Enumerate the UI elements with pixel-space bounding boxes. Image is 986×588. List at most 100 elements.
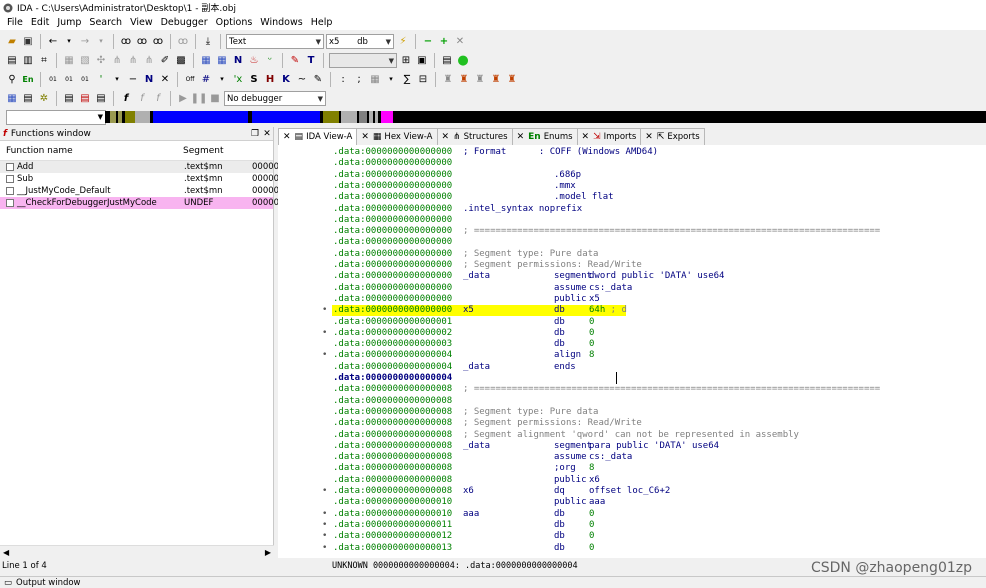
disasm-line[interactable]: .data:0000000000000000 public x5 <box>278 294 986 305</box>
close-tab-icon[interactable]: ✕ <box>645 132 653 142</box>
notepad-icon[interactable]: ▤ <box>440 54 454 68</box>
graph-icon[interactable]: ⌗ <box>37 54 51 68</box>
comment-icon[interactable]: ✎ <box>311 73 325 87</box>
status-green-icon[interactable]: ● <box>456 54 470 68</box>
hierarchy-4-icon[interactable]: ♜ <box>489 73 503 87</box>
struct-view-icon[interactable]: ▦ <box>62 54 76 68</box>
disasm-line[interactable]: • .data:0000000000000000 x5 db 64h ; d <box>278 305 986 317</box>
hierarchy-1-icon[interactable]: ♜ <box>441 73 455 87</box>
code-icon[interactable]: ▤ <box>5 54 19 68</box>
tilde-icon[interactable]: ~ <box>295 73 309 87</box>
strings-icon[interactable]: ᵕ <box>263 54 277 68</box>
data-icon[interactable]: ▥ <box>21 54 35 68</box>
line-operands[interactable]: 8 <box>589 350 594 361</box>
hash-dropdown-icon[interactable]: ▾ <box>215 73 229 87</box>
menu-help[interactable]: Help <box>307 17 337 28</box>
back-dropdown-icon[interactable]: ▾ <box>62 35 76 49</box>
picture-icon[interactable]: ▩ <box>174 54 188 68</box>
flash-icon[interactable]: ⚡ <box>396 35 410 49</box>
disasm-line[interactable]: .data:0000000000000000 ; Format : COFF (W… <box>278 147 986 158</box>
line-operands[interactable]: dword public 'DATA' use64 <box>589 271 724 282</box>
gear-icon[interactable]: ✲ <box>37 92 51 106</box>
disasm-line[interactable]: .data:0000000000000010 public aaa <box>278 497 986 508</box>
binoculars-icon[interactable]: ꝏ <box>119 35 133 49</box>
menu-windows[interactable]: Windows <box>256 17 306 28</box>
line-operands[interactable]: 0 <box>589 531 594 542</box>
func-edit-icon[interactable]: ▤ <box>94 92 108 106</box>
close-icon[interactable]: ✕ <box>453 35 467 49</box>
close-icon[interactable]: ✕ <box>261 129 273 139</box>
open-icon[interactable]: ▰ <box>5 35 19 49</box>
disasm-line[interactable]: .data:0000000000000003 db 0 <box>278 339 986 350</box>
enum-view-icon[interactable]: ▧ <box>78 54 92 68</box>
hierarchy-5-icon[interactable]: ♜ <box>505 73 519 87</box>
navigation-strip[interactable] <box>105 111 986 123</box>
sigma-icon[interactable]: ∑ <box>400 73 414 87</box>
output-window-bar[interactable]: ▭ Output window <box>0 576 986 588</box>
line-operands[interactable]: 0 <box>589 509 594 520</box>
disassembly-view[interactable]: .data:0000000000000000 ; Format : COFF (W… <box>278 145 986 558</box>
line-operands[interactable]: x6 <box>589 475 600 486</box>
rename-icon[interactable]: N <box>142 73 156 87</box>
string-icon[interactable]: 'x <box>231 73 245 87</box>
hash-icon[interactable]: # <box>199 73 213 87</box>
disasm-line[interactable]: .data:0000000000000001 db 0 <box>278 317 986 328</box>
forward-icon[interactable]: → <box>78 35 92 49</box>
line-operands[interactable]: 0 <box>589 339 594 350</box>
line-label[interactable]: x5 <box>463 305 474 316</box>
line-operands[interactable]: cs:_data <box>589 283 632 294</box>
line-operands[interactable]: aaa <box>589 497 605 508</box>
line-operands[interactable]: x5 <box>589 294 600 305</box>
disasm-line[interactable]: .data:0000000000000000 .model flat <box>278 192 986 203</box>
menu-view[interactable]: View <box>126 17 157 28</box>
forward-dropdown-icon[interactable]: ▾ <box>94 35 108 49</box>
menu-edit[interactable]: Edit <box>27 17 53 28</box>
disasm-line[interactable]: • .data:0000000000000013 db 0 <box>278 543 986 554</box>
line-label[interactable]: _data <box>463 441 490 452</box>
search-immediate-icon[interactable]: ꝏ <box>176 35 190 49</box>
line-label[interactable]: x6 <box>463 486 474 497</box>
window-icon[interactable]: ▣ <box>415 54 429 68</box>
function-icon[interactable]: f <box>119 92 133 106</box>
line-label[interactable]: aaa <box>463 509 479 520</box>
line-operands[interactable]: 0 <box>589 317 594 328</box>
calculator-icon[interactable]: ⊞ <box>399 54 413 68</box>
tab-hex-view[interactable]: ✕ ▦ Hex View-A <box>356 128 438 145</box>
oct-icon[interactable]: 01 <box>78 73 92 87</box>
disasm-line[interactable]: • .data:0000000000000008 x6 dq offset loc_C6… <box>278 486 986 497</box>
line-label[interactable]: _data <box>463 362 490 373</box>
disasm-line[interactable]: • .data:0000000000000002 db 0 <box>278 328 986 339</box>
function-end-icon[interactable]: f <box>151 92 165 106</box>
disasm-line[interactable]: .data:0000000000000008 _data segment para p… <box>278 441 986 452</box>
function-chunk-icon[interactable]: f <box>135 92 149 106</box>
disasm-line[interactable]: .data:0000000000000004 <box>278 373 986 384</box>
minus-sign-icon[interactable]: − <box>126 73 140 87</box>
calc-icon[interactable]: ▦ <box>5 92 19 106</box>
line-operands[interactable]: offset loc_C6+2 <box>589 486 670 497</box>
disasm-line[interactable]: .data:0000000000000008 <box>278 396 986 407</box>
search-binary-icon[interactable]: ꝏ <box>151 35 165 49</box>
save-icon[interactable]: ▣ <box>21 35 35 49</box>
function-row[interactable]: Add .text$mn 00000 <box>0 161 279 173</box>
disasm-line[interactable]: .data:0000000000000008 ; ================… <box>278 384 986 395</box>
func-list-icon[interactable]: ▤ <box>62 92 76 106</box>
breakpoint-icon[interactable]: ✎ <box>288 54 302 68</box>
disasm-line[interactable]: .data:0000000000000000 _data segment dword … <box>278 271 986 282</box>
plus-icon[interactable]: + <box>437 35 451 49</box>
menu-options[interactable]: Options <box>212 17 257 28</box>
segment-nav-combo[interactable]: ▼ <box>6 109 106 125</box>
lock-icon[interactable]: ⚲ <box>5 73 19 87</box>
menu-debugger[interactable]: Debugger <box>157 17 212 28</box>
functions-icon[interactable]: ▦ <box>215 54 229 68</box>
text-search-combo[interactable]: Text ▼ <box>226 34 324 49</box>
hierarchy-2-icon[interactable]: ♜ <box>457 73 471 87</box>
undefine-icon[interactable]: ✕ <box>158 73 172 87</box>
colon-icon[interactable]: : <box>336 73 350 87</box>
disasm-line[interactable]: • .data:0000000000000012 db 0 <box>278 531 986 542</box>
disasm-line[interactable]: .data:0000000000000008 ; Segment permissi… <box>278 418 986 429</box>
disasm-line[interactable]: .data:0000000000000000 ; Segment permissi… <box>278 260 986 271</box>
stop-icon[interactable]: ■ <box>208 92 222 106</box>
function-row[interactable]: __CheckForDebuggerJustMyCode UNDEF 00000 <box>0 197 279 209</box>
disasm-line[interactable]: .data:0000000000000008 ;org 8 <box>278 463 986 474</box>
disasm-line[interactable]: .data:0000000000000008 ; Segment alignmen… <box>278 430 986 441</box>
